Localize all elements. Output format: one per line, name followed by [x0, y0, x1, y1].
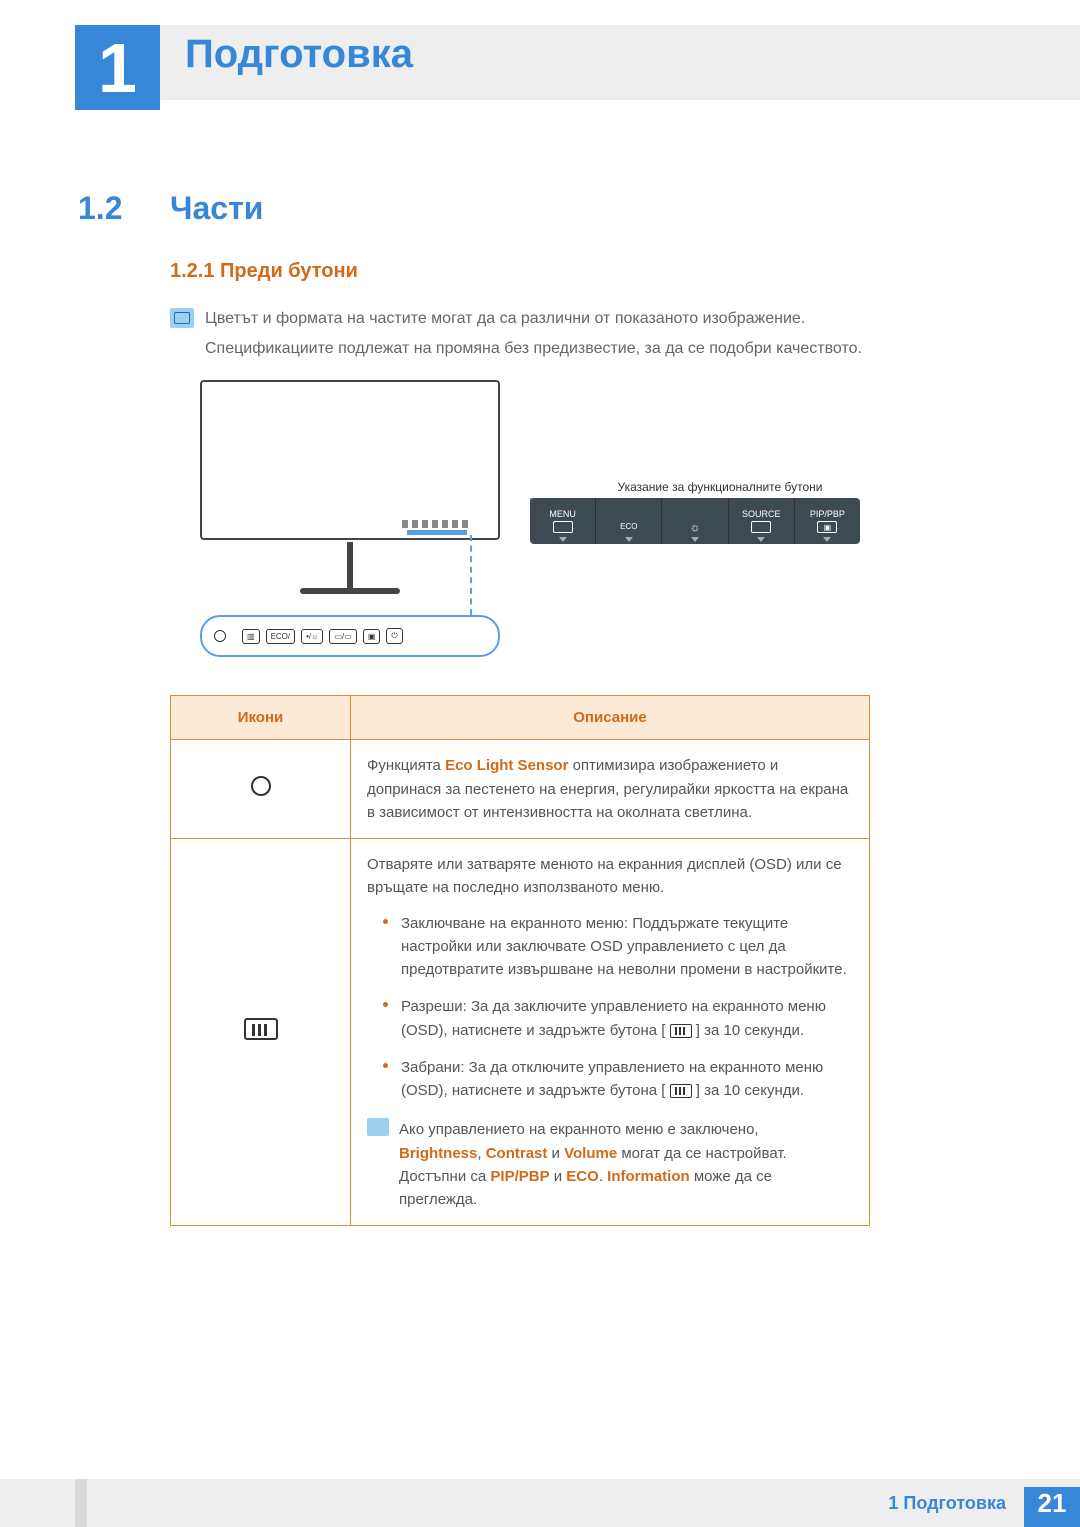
note-text: Ако управлението на екранното меню е зак…	[399, 1121, 759, 1138]
panel-button-source: SOURCE	[729, 498, 795, 544]
chevron-down-icon	[559, 537, 567, 542]
eco-sensor-icon	[251, 776, 271, 796]
desc-cell: Отваряте или затваряте менюто на екранни…	[351, 839, 870, 1226]
list-item: Разреши: За да заключите управлението на…	[383, 995, 853, 1042]
panel-button-pippbp: PIP/PBP ▣	[795, 498, 860, 544]
bottom-button-panel: ▥ ECO/ •/☼ ▭/▭ ▣ ⏻	[200, 615, 500, 657]
bottom-button: ▭/▭	[329, 629, 356, 644]
menu-icon	[553, 521, 573, 533]
menu-button-icon	[670, 1024, 692, 1038]
bottom-button: ▣	[363, 629, 381, 644]
chapter-number: 1	[98, 28, 137, 108]
highlight: Contrast	[486, 1145, 548, 1162]
note-text-1: Цветът и формата на частите могат да са …	[205, 306, 960, 332]
callout-line	[470, 535, 472, 615]
table-row: Функцията Eco Light Sensor оптимизира из…	[171, 740, 870, 839]
panel-button-brightness: ☼	[662, 498, 728, 544]
bottom-button: •/☼	[301, 629, 323, 644]
inline-note: Ако управлението на екранното меню е зак…	[367, 1118, 853, 1211]
footer-side-accent	[75, 1479, 87, 1527]
table-header-icons: Икони	[171, 696, 351, 740]
source-icon	[751, 521, 771, 533]
section-number: 1.2	[78, 190, 122, 227]
inline-note-text: Ако управлението на екранното меню е зак…	[399, 1118, 853, 1211]
chevron-down-icon	[823, 537, 831, 542]
table-header-desc: Описание	[351, 696, 870, 740]
highlight: ECO	[566, 1168, 599, 1185]
chapter-number-box: 1	[75, 25, 160, 110]
desc-cell: Функцията Eco Light Sensor оптимизира из…	[351, 740, 870, 839]
chapter-title: Подготовка	[185, 32, 413, 77]
page-footer: 1 Подготовка 21	[0, 1479, 1080, 1527]
monitor-front-buttons	[402, 520, 472, 528]
desc-intro: Отваряте или затваряте менюто на екранни…	[367, 853, 853, 900]
panel-button-label: SOURCE	[742, 509, 781, 519]
footer-top-band	[87, 1479, 1080, 1487]
panel-button-menu: MENU	[530, 498, 596, 544]
chevron-down-icon	[691, 537, 699, 542]
icon-cell	[171, 839, 351, 1226]
chevron-down-icon	[757, 537, 765, 542]
subsection-heading: 1.2.1 Преди бутони	[170, 260, 358, 283]
highlight: PIP/PBP	[490, 1168, 549, 1185]
eco-label: ECO	[619, 521, 639, 533]
highlight: Eco Light Sensor	[445, 757, 568, 774]
panel-button-eco: ECO	[596, 498, 662, 544]
brightness-icon: ☼	[685, 521, 705, 533]
menu-button-icon	[670, 1084, 692, 1098]
pip-icon: ▣	[817, 521, 837, 533]
highlight: Brightness	[399, 1145, 477, 1162]
bottom-button: ECO/	[266, 629, 296, 644]
highlight: Information	[607, 1168, 690, 1185]
bottom-button: ▥	[242, 629, 260, 644]
highlight: Volume	[564, 1145, 617, 1162]
list-item: Забрани: За да отключите управлението на…	[383, 1056, 853, 1103]
monitor-diagram: Указание за функционалните бутони MENU E…	[200, 380, 860, 670]
buttons-description-table: Икони Описание Функцията Eco Light Senso…	[170, 695, 870, 1226]
desc-text: Функцията	[367, 757, 445, 774]
bottom-button: ⏻	[386, 628, 402, 644]
note-icon	[170, 308, 194, 328]
monitor-indicator-strip	[407, 530, 467, 535]
note-icon	[367, 1118, 389, 1136]
list-item: Заключване на екранното меню: Поддържате…	[383, 912, 853, 982]
chevron-down-icon	[625, 537, 633, 542]
menu-button-icon	[244, 1018, 278, 1040]
panel-guide-label: Указание за функционалните бутони	[580, 480, 860, 494]
monitor-outline	[200, 380, 500, 540]
function-button-panel: MENU ECO ☼ SOURCE PIP/PBP ▣	[530, 498, 860, 544]
panel-button-label: PIP/PBP	[810, 509, 845, 519]
table-row: Отваряте или затваряте менюто на екранни…	[171, 839, 870, 1226]
note-text-2: Спецификациите подлежат на промяна без п…	[205, 336, 960, 362]
icon-cell	[171, 740, 351, 839]
panel-button-label: MENU	[549, 509, 576, 519]
monitor-base	[300, 588, 400, 594]
section-title: Части	[170, 190, 263, 227]
sensor-circle-icon	[214, 630, 226, 642]
